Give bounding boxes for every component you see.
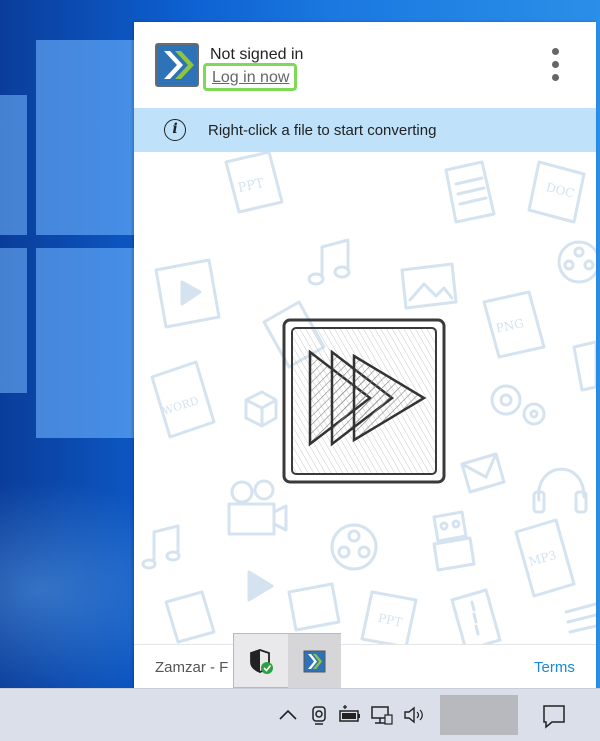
music-note-doodle-icon [307,238,351,286]
music-note-doodle-icon [141,524,181,570]
ppt-doodle-icon: PPT [360,590,418,644]
wallpaper-pane [0,95,27,235]
zamzar-sketch-logo-icon [282,318,446,484]
battery-icon [339,705,360,722]
windows-security-shield-icon [250,649,273,674]
tray-item-zamzar[interactable] [288,634,341,688]
zamzar-logo-icon [155,43,199,87]
chevron-up-icon [279,709,297,720]
zamzar-app-icon [303,650,326,673]
ppt-label: PPT [377,611,404,630]
file-doodle-icon [164,590,216,644]
ppt-label: PPT [237,176,266,196]
app-footer: Zamzar - F Terms [134,644,596,688]
zamzar-app-window: Not signed in Log in now i Right-click a… [134,22,596,688]
image-doodle-icon [400,262,458,310]
wallpaper-pane [36,40,136,235]
taskbar [0,688,600,741]
camera-doodle-icon [227,479,288,536]
info-banner: i Right-click a file to start converting [134,108,596,152]
cube-doodle-icon [244,390,278,428]
png-label: PNG [495,316,525,336]
more-options-icon[interactable] [544,46,568,84]
login-link[interactable]: Log in now [212,69,289,87]
play-doodle-icon [247,570,274,602]
word-doodle-icon: WORD [150,360,216,439]
ppt-doodle-icon: PPT [224,152,284,214]
app-header: Not signed in Log in now [134,22,596,108]
tray-overflow-popup [233,633,341,688]
list-doodle-icon [564,602,596,634]
network-icon [371,706,393,725]
wallpaper-pane [36,248,136,438]
file-doodle-icon [572,340,596,392]
clock-area[interactable] [440,695,518,735]
doc-doodle-icon: DOC [527,160,586,224]
document-doodle-icon [444,160,496,224]
volume-tray-button[interactable] [402,703,426,727]
image-doodle-icon [287,582,341,632]
video-doodle-icon [154,258,221,329]
doc-label: DOC [545,180,576,201]
battery-tray-button[interactable] [338,703,362,727]
envelope-doodle-icon [460,452,506,494]
film-reel-doodle-icon [557,240,596,284]
login-highlight: Log in now [203,63,297,91]
drop-area: PPT DOC PNG WORD MP3 PPT [134,152,596,644]
action-center-button[interactable] [538,701,570,731]
show-hidden-icons-button[interactable] [276,703,300,727]
mp3-label: MP3 [527,548,558,569]
webcam-tray-button[interactable] [307,703,331,727]
gears-doodle-icon [490,384,546,426]
notification-icon [543,705,565,729]
wallpaper-pane [0,248,27,393]
zip-doodle-icon [450,588,502,644]
info-icon: i [164,119,186,141]
webcam-icon [312,706,326,725]
mp3-doodle-icon: MP3 [514,518,576,598]
doodle-background: PPT DOC PNG WORD MP3 PPT [141,152,596,644]
png-doodle-icon: PNG [482,290,546,359]
network-tray-button[interactable] [369,703,393,727]
banner-text: Right-click a file to start converting [208,122,437,139]
sign-in-status: Not signed in [210,46,304,63]
robot-doodle-icon [432,510,476,572]
footer-brand-text: Zamzar - F [155,659,229,676]
word-label: WORD [161,394,201,418]
headphones-doodle-icon [532,467,588,514]
volume-icon [404,706,423,724]
tray-item-security[interactable] [234,634,287,688]
terms-link[interactable]: Terms [534,659,575,676]
film-reel-doodle-icon [330,523,378,571]
